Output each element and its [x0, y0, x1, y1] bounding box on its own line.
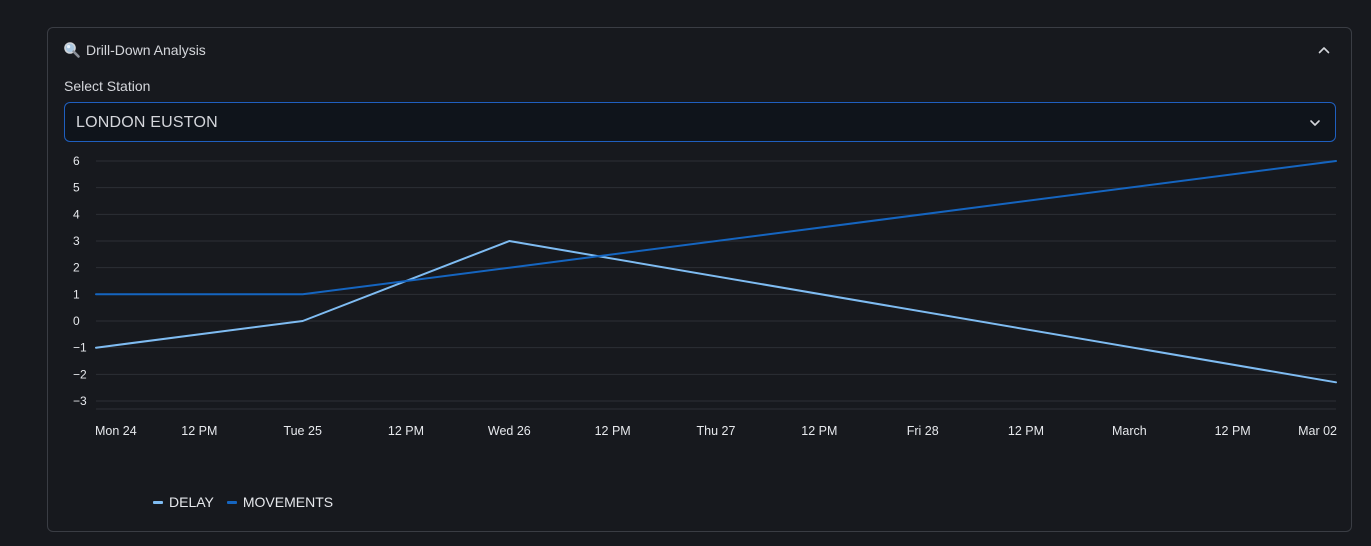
legend-item-delay[interactable]: DELAY: [153, 494, 214, 510]
legend-label: MOVEMENTS: [242, 494, 334, 510]
legend-label: DELAY: [169, 494, 214, 510]
y-tick-label: 4: [73, 207, 80, 221]
y-tick-label: 0: [73, 314, 80, 328]
x-tick-label: 12 PM: [1215, 424, 1251, 438]
y-tick-label: −1: [73, 341, 87, 355]
x-tick-label: Tue 25: [283, 424, 322, 438]
y-tick-label: 1: [73, 287, 80, 301]
y-tick-label: 2: [73, 261, 80, 275]
x-tick-label: 12 PM: [388, 424, 424, 438]
x-tick-label: Mar 02: [1298, 424, 1337, 438]
legend-swatch: [226, 500, 237, 504]
y-tick-label: 6: [73, 154, 80, 168]
legend-item-movements[interactable]: MOVEMENTS: [226, 494, 334, 510]
drill-down-panel: Drill-Down Analysis Select Station LONDO…: [47, 27, 1352, 532]
chart-legend: DELAY MOVEMENTS: [153, 493, 346, 511]
x-tick-label: Thu 27: [697, 424, 736, 438]
line-chart: 6 5 4 3 2 1 0 −1 −2 −3 Mon 24 12 PM Tue 25 12 PM Wed 2…: [73, 154, 1337, 438]
x-tick-label: 12 PM: [595, 424, 631, 438]
y-tick-label: −3: [73, 394, 87, 408]
y-tick-label: −2: [73, 367, 87, 381]
x-tick-label: 12 PM: [801, 424, 837, 438]
legend-swatch: [153, 500, 163, 504]
x-tick-label: Fri 28: [907, 424, 939, 438]
x-tick-label: Mon 24: [95, 424, 137, 438]
x-tick-label: March: [1112, 424, 1147, 438]
x-tick-label: 12 PM: [181, 424, 217, 438]
y-tick-label: 3: [73, 234, 80, 248]
series-line-delay: [95, 240, 1337, 384]
y-tick-label: 5: [73, 181, 80, 195]
x-tick-label: Wed 26: [488, 424, 531, 438]
series-line-movements: [95, 160, 1337, 296]
x-tick-label: 12 PM: [1008, 424, 1044, 438]
